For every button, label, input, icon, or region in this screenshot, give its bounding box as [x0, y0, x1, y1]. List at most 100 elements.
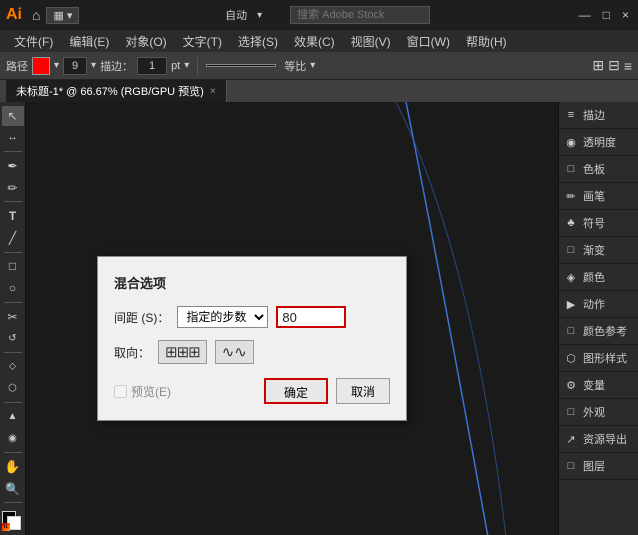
- spacing-select[interactable]: 指定的步数: [177, 306, 268, 328]
- panel-icon-颜色: ◈: [563, 269, 579, 285]
- panel-label-资源导出: 资源导出: [583, 431, 627, 447]
- orient-align-icon: ⊞⊞⊞: [165, 343, 200, 361]
- scale-label: 等比: [284, 58, 306, 74]
- zoom-tool[interactable]: 🔍: [2, 479, 24, 499]
- panel-item-图层[interactable]: □图层: [559, 453, 638, 480]
- panel-icon-画笔: ✏: [563, 188, 579, 204]
- menu-item-E[interactable]: 编辑(E): [61, 31, 117, 52]
- menu-item-T[interactable]: 文字(T): [175, 31, 230, 52]
- panel-label-图形样式: 图形样式: [583, 350, 627, 366]
- gradient-tool[interactable]: ▲: [2, 407, 24, 427]
- panel-item-渐变[interactable]: □渐变: [559, 237, 638, 264]
- path-label: 路径: [6, 58, 28, 74]
- panel-item-颜色[interactable]: ◈颜色: [559, 264, 638, 291]
- auto-dropdown-icon[interactable]: ▾: [257, 10, 262, 21]
- panel-icon-描边: ≡: [563, 107, 579, 123]
- scale-tool[interactable]: ⬡: [2, 379, 24, 399]
- panel-icon-资源导出: ↗: [563, 431, 579, 447]
- stroke-indicator: ╲: [32, 57, 50, 75]
- view-switcher[interactable]: ▦ ▾: [46, 7, 79, 24]
- orientation-row: 取向： ⊞⊞⊞ ∿∿: [114, 340, 390, 364]
- panel-item-画笔[interactable]: ✏画笔: [559, 183, 638, 210]
- canvas-tab[interactable]: 未标题-1* @ 66.67% (RGB/GPU 预览) ×: [6, 80, 227, 102]
- stroke-width-input[interactable]: 1: [137, 57, 167, 75]
- panel-item-外观[interactable]: □外观: [559, 399, 638, 426]
- menu-item-W[interactable]: 窗口(W): [399, 31, 458, 52]
- rotate-tool[interactable]: ↺: [2, 328, 24, 348]
- tool-separator5: [4, 352, 22, 353]
- stroke-dropdown2[interactable]: ▾: [184, 60, 189, 71]
- panel-item-描边[interactable]: ≡描边: [559, 102, 638, 129]
- cancel-button[interactable]: 取消: [336, 378, 390, 404]
- line-tool[interactable]: ╱: [2, 228, 24, 248]
- preview-checkbox[interactable]: [114, 385, 127, 398]
- panel-item-色板[interactable]: □色板: [559, 156, 638, 183]
- home-icon[interactable]: ⌂: [32, 7, 40, 23]
- direct-select-tool[interactable]: ↔: [2, 128, 24, 148]
- scissors-tool[interactable]: ✂: [2, 307, 24, 327]
- search-input[interactable]: [290, 6, 430, 24]
- panel-icon-变量: ⚙: [563, 377, 579, 393]
- orient-path-btn[interactable]: ∿∿: [215, 340, 254, 364]
- maximize-btn[interactable]: □: [603, 8, 610, 22]
- spacing-row: 间距 (S)： 指定的步数: [114, 306, 390, 328]
- spacing-label: 间距 (S)：: [114, 309, 169, 326]
- ellipse-tool[interactable]: ○: [2, 278, 24, 298]
- app-logo: Ai: [6, 6, 22, 24]
- mesh-tool[interactable]: ◉: [2, 429, 24, 449]
- hand-tool[interactable]: ✋: [2, 457, 24, 477]
- align-icon[interactable]: ⊞: [592, 57, 604, 74]
- panel-item-动作[interactable]: ▶动作: [559, 291, 638, 318]
- panel-item-符号[interactable]: ♣符号: [559, 210, 638, 237]
- pencil-tool[interactable]: ✏: [2, 178, 24, 198]
- panel-item-变量[interactable]: ⚙变量: [559, 372, 638, 399]
- reflect-tool[interactable]: ⬦: [2, 357, 24, 377]
- tab-bar: 未标题-1* @ 66.67% (RGB/GPU 预览) ×: [0, 80, 638, 102]
- panel-toggle-icon[interactable]: ≡: [624, 58, 632, 74]
- stroke-line-preview: [206, 64, 276, 67]
- panel-icon-色板: □: [563, 161, 579, 177]
- menu-item-C[interactable]: 效果(C): [286, 31, 343, 52]
- panel-item-透明度[interactable]: ◉透明度: [559, 129, 638, 156]
- panel-label-图层: 图层: [583, 458, 605, 474]
- panel-item-图形样式[interactable]: ⬡图形样式: [559, 345, 638, 372]
- panel-item-颜色参考[interactable]: □颜色参考: [559, 318, 638, 345]
- panel-icon-渐变: □: [563, 242, 579, 258]
- toolbar-divider: [197, 57, 198, 75]
- select-tool[interactable]: ↖: [2, 106, 24, 126]
- stroke-unit: pt: [171, 60, 180, 72]
- tool-separator3: [4, 252, 22, 253]
- menu-item-O[interactable]: 对象(O): [117, 31, 174, 52]
- ok-button[interactable]: 确定: [264, 378, 328, 404]
- stroke-size[interactable]: 9: [63, 57, 87, 75]
- tab-close-btn[interactable]: ×: [210, 86, 216, 97]
- pen-tool[interactable]: ✒: [2, 156, 24, 176]
- steps-input[interactable]: [276, 306, 346, 328]
- canvas-area[interactable]: 混合选项 间距 (S)： 指定的步数 取向： ⊞⊞⊞: [26, 102, 558, 535]
- blend-options-dialog[interactable]: 混合选项 间距 (S)： 指定的步数 取向： ⊞⊞⊞: [97, 256, 407, 421]
- scale-dropdown[interactable]: ▾: [310, 60, 315, 71]
- left-toolbar: ↖ ↔ ✒ ✏ T ╱ □ ○ ✂ ↺ ⬦ ⬡ ▲ ◉ ✋ 🔍 ⇅: [0, 102, 26, 535]
- auto-label: 自动: [225, 7, 247, 23]
- menu-item-H[interactable]: 帮助(H): [458, 31, 515, 52]
- close-btn[interactable]: ×: [622, 8, 629, 22]
- menu-item-V[interactable]: 视图(V): [343, 31, 399, 52]
- swap-colors-icon[interactable]: ⇅: [2, 523, 10, 531]
- minimize-btn[interactable]: —: [579, 8, 591, 22]
- menu-item-F[interactable]: 文件(F): [6, 31, 61, 52]
- panel-item-资源导出[interactable]: ↗资源导出: [559, 426, 638, 453]
- transform-icon[interactable]: ⊟: [608, 57, 620, 74]
- panel-icon-符号: ♣: [563, 215, 579, 231]
- menu-item-S[interactable]: 选择(S): [230, 31, 286, 52]
- stroke-size-dropdown[interactable]: ▾: [91, 60, 96, 71]
- panel-label-变量: 变量: [583, 377, 605, 393]
- menu-bar: 文件(F)编辑(E)对象(O)文字(T)选择(S)效果(C)视图(V)窗口(W)…: [0, 30, 638, 52]
- panel-icon-透明度: ◉: [563, 134, 579, 150]
- panel-label-外观: 外观: [583, 404, 605, 420]
- text-tool[interactable]: T: [2, 206, 24, 226]
- stroke-dropdown[interactable]: ▾: [54, 60, 59, 71]
- orient-align-btn[interactable]: ⊞⊞⊞: [158, 340, 207, 364]
- tool-separator: [4, 151, 22, 152]
- color-boxes: ⇅: [2, 511, 24, 531]
- shape-tool[interactable]: □: [2, 257, 24, 277]
